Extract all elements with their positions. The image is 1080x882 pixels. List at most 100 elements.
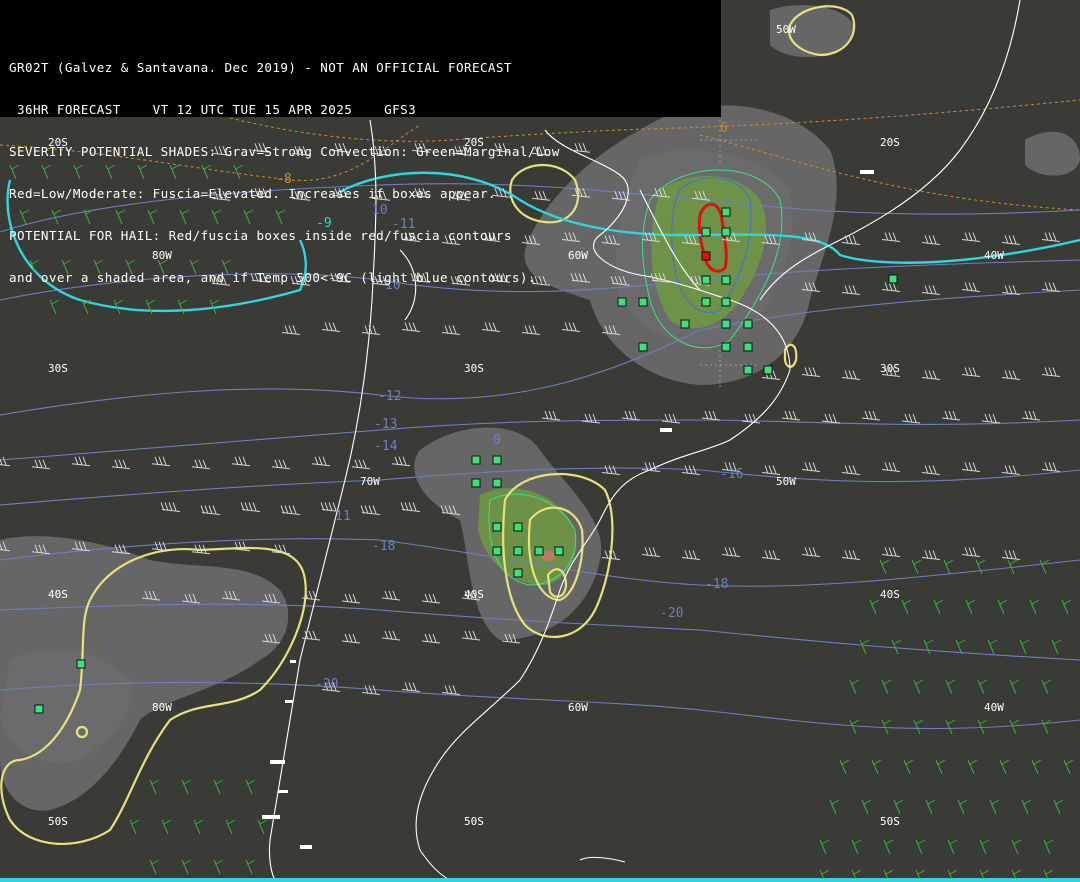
wind-barb [351, 459, 371, 470]
lat-label-40s: 40S [48, 588, 68, 601]
hail-box [76, 659, 86, 669]
wind-barb [881, 232, 901, 242]
wind-barb [881, 462, 901, 472]
wind-barb [841, 235, 861, 245]
wind-barb [661, 413, 681, 424]
hail-box [721, 207, 731, 217]
wind-barb [400, 502, 421, 512]
wind-barb [271, 459, 291, 470]
temp-label: -12 [378, 389, 401, 404]
wind-barb [200, 505, 221, 515]
wind-barb [871, 759, 882, 775]
wind-barb [921, 370, 941, 380]
wind-barb [961, 367, 981, 377]
wind-barb [149, 859, 160, 875]
wind-barb [947, 839, 958, 855]
wind-barb [191, 459, 211, 470]
forecast-header: GR02T (Galvez & Santavana. Dec 2019) - N… [0, 0, 721, 285]
lat-label-40s: 40S [464, 588, 484, 601]
wind-barb [801, 367, 821, 377]
header-line-forecast: 36HR FORECAST VT 12 UTC TUE 15 APR 2025 … [9, 102, 417, 117]
wind-barb [961, 232, 981, 242]
wind-barb [977, 679, 988, 695]
header-line-severity: SEVERITY POTENTIAL SHADES: Grav=Strong C… [9, 144, 560, 159]
hail-box [513, 546, 523, 556]
wind-barb [861, 799, 872, 815]
wind-barb [761, 550, 781, 560]
wind-barb [821, 413, 841, 424]
hail-box [34, 704, 44, 714]
hail-box [701, 297, 711, 307]
wind-barb [281, 325, 301, 335]
wind-barb [851, 839, 862, 855]
wind-barb [893, 799, 904, 815]
wind-barb [1041, 679, 1052, 695]
wind-barb [1001, 235, 1021, 245]
lon-label-80w: 80W [152, 701, 172, 714]
hail-box [763, 365, 773, 375]
temp-label: 0 [493, 433, 501, 448]
forecast-map: 20S 20S 20S 30S 30S 30S 40S 40S 40S 50S … [0, 0, 1080, 882]
wind-barb [961, 282, 981, 292]
wind-barb [869, 599, 880, 615]
wind-barb [321, 322, 341, 332]
wind-barb [401, 682, 421, 692]
temp-label: -18 [372, 539, 395, 554]
hail-box [721, 227, 731, 237]
wind-barb [245, 779, 256, 795]
wind-barb [0, 456, 11, 467]
wind-barb [881, 679, 892, 695]
wind-barb [481, 322, 501, 332]
wind-barb [913, 719, 924, 735]
wind-barb [311, 456, 331, 467]
wind-barb [901, 599, 912, 615]
wind-barb [541, 410, 561, 421]
wind-barb [71, 456, 91, 467]
lat-label-30s: 30S [464, 362, 484, 375]
wind-barb [360, 505, 381, 515]
hail-box [743, 342, 753, 352]
wind-barb [1061, 599, 1072, 615]
lat-label-50s: 50S [880, 815, 900, 828]
wind-barb [915, 839, 926, 855]
wind-barb [681, 550, 701, 560]
wind-barb [997, 599, 1008, 615]
wind-barb [1009, 679, 1020, 695]
wind-barb [849, 679, 860, 695]
wind-barb [231, 456, 251, 467]
wind-barb [521, 325, 541, 335]
hail-box [638, 342, 648, 352]
wind-barb [181, 859, 192, 875]
wind-barb [879, 559, 890, 575]
hail-box [471, 478, 481, 488]
wind-barb [819, 839, 830, 855]
wind-barb [421, 633, 441, 644]
wind-barb [245, 859, 256, 875]
wind-barb [923, 639, 934, 655]
bottom-border [0, 878, 1080, 882]
wind-barb [461, 630, 481, 641]
hail-box [721, 297, 731, 307]
wind-barb [1001, 370, 1021, 380]
lat-label-20s: 20S [880, 136, 900, 149]
wind-barb [381, 590, 401, 601]
wind-barb [240, 502, 261, 512]
wind-barb [1029, 599, 1040, 615]
wind-barb [581, 413, 601, 424]
hail-box [492, 546, 502, 556]
wind-barb [801, 462, 821, 472]
wind-barb [761, 465, 781, 475]
wind-barb [859, 639, 870, 655]
wind-barb [213, 859, 224, 875]
wind-barb [213, 779, 224, 795]
lon-label-70w: 70W [360, 475, 380, 488]
wind-barb [849, 719, 860, 735]
hail-box [680, 319, 690, 329]
wind-barb [1001, 550, 1021, 560]
hail-box [513, 522, 523, 532]
wind-barb [881, 547, 901, 557]
wind-barb [1019, 639, 1030, 655]
wind-barb [441, 685, 461, 695]
wind-barb [841, 370, 861, 380]
hail-box [721, 342, 731, 352]
